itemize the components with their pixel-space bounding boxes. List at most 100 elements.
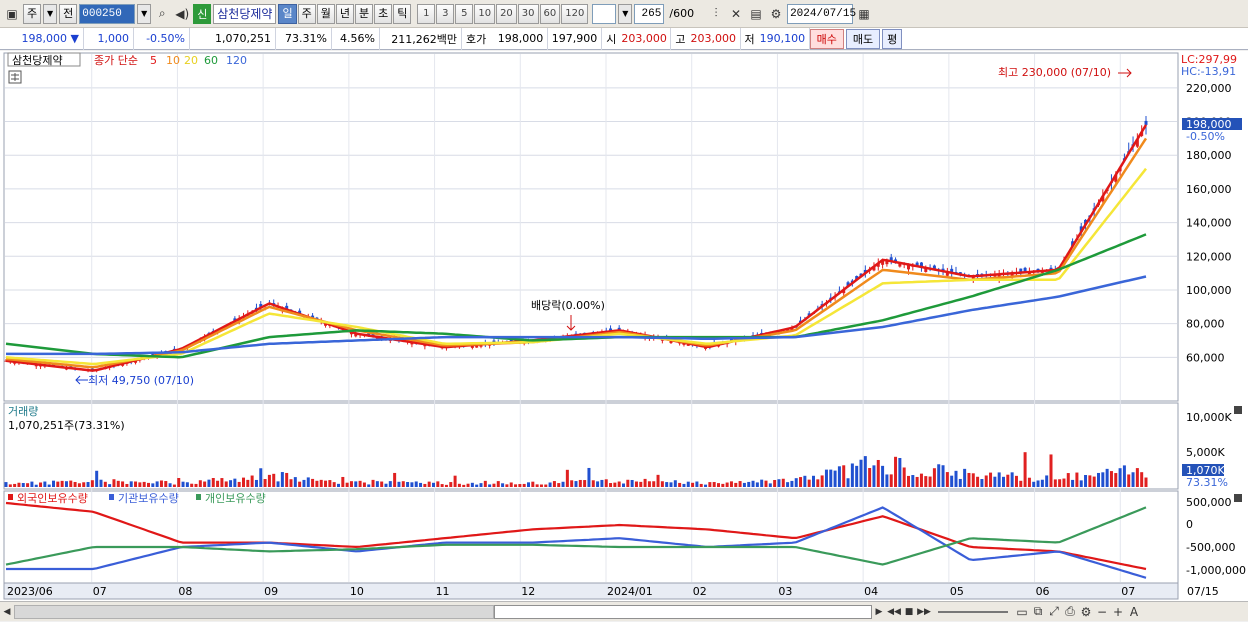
tab-month[interactable]: 월 [316,3,335,24]
scroll-left-icon[interactable]: ◀ [0,602,14,622]
fast-forward-icon[interactable]: ▶▶ [916,602,932,622]
volume-bar [578,479,582,487]
horizontal-scrollbar-track[interactable] [14,604,494,619]
volume-bar [302,479,306,487]
x-axis-label: 2024/01 [607,585,653,598]
volume-bar [69,480,73,487]
gear-icon[interactable]: ⚙ [767,4,785,24]
sell-button[interactable]: 매도 [845,28,881,49]
volume-bar [971,473,975,487]
turnover-rate: 4.56% [332,27,380,50]
speaker-icon[interactable]: ◀) [173,4,191,24]
volume-bar [1066,473,1070,487]
stock-chart[interactable]: 삼천당제약 종가 단순 5 10 20 60 120 LC:297,99 HC:… [0,51,1248,601]
count-input[interactable]: 265 [634,3,665,24]
volume-bar [643,478,647,487]
search-icon[interactable]: ⌕ [153,4,171,24]
volume-bar [384,483,388,487]
tab-minute[interactable]: 분 [354,3,374,24]
volume-bar [159,480,163,487]
ask-label: 호가 [466,32,487,46]
chart-area[interactable]: 삼천당제약 종가 단순 5 10 20 60 120 LC:297,99 HC:… [0,51,1248,601]
interval-custom-input[interactable] [592,3,617,24]
volume-bar [885,474,889,487]
volume-bar [656,474,660,487]
volume-bar [682,483,686,487]
tab-year[interactable]: 년 [335,3,354,24]
tab-day[interactable]: 일 [278,3,297,24]
interval-5[interactable]: 5 [455,3,474,24]
volume-bar [1144,477,1148,487]
zoom-out-icon[interactable]: − [1094,602,1110,622]
volume-bar [181,481,185,487]
volume-bar [928,476,932,487]
volume-bar [345,482,349,487]
zoom-in-icon[interactable]: + [1110,602,1126,622]
interval-60[interactable]: 60 [539,3,561,24]
price-value: 198,000 [21,32,68,45]
average-button[interactable]: 평 [882,28,903,49]
window-icon[interactable]: ▣ [3,4,21,24]
volume-bar [954,470,958,487]
volume-bar [449,482,453,487]
volume-bar [108,484,112,487]
volume-last-pct: 73.31% [1186,476,1228,489]
chevron-down-icon[interactable]: ▼ [43,3,58,24]
interval-30[interactable]: 30 [517,3,539,24]
volume-bar [820,475,824,487]
volume-bar [349,481,353,487]
holdings-panel-close-icon[interactable] [1234,494,1242,502]
count-max: /600 [669,7,695,20]
volume-bar [1006,474,1010,487]
candle-icon[interactable]: ⫶ [707,4,725,24]
interval-3[interactable]: 3 [436,3,455,24]
x-axis-label: 12 [521,585,535,598]
x-axis-label: 09 [264,585,278,598]
tab-second[interactable]: 초 [374,3,393,24]
x-axis-label: 03 [778,585,792,598]
crosshair-icon[interactable]: ✕ [727,4,745,24]
interval-dropdown-icon[interactable]: ▼ [618,3,633,24]
scroll-right-icon[interactable]: ▶ [872,602,886,622]
copy-icon[interactable]: ⧉ [1030,602,1046,622]
period-dropdown[interactable]: 주 [23,3,42,24]
volume-bar [1118,468,1122,487]
calendar-icon[interactable]: ▦ [855,4,873,24]
interval-1[interactable]: 1 [417,3,436,24]
interval-20[interactable]: 20 [496,3,517,24]
volume-bar [172,484,176,487]
expand-icon[interactable]: ⤢ [1046,602,1062,622]
volume-bar [1045,475,1049,487]
volume-bar [77,483,81,487]
high-price: 203,000 [687,27,741,50]
volume-bar [768,483,772,487]
horizontal-scrollbar-thumb[interactable] [494,604,872,619]
tab-tick[interactable]: 틱 [393,3,412,24]
hc-label: HC:-13,91 [1181,65,1236,78]
text-icon[interactable]: A [1126,602,1142,622]
volume-panel-close-icon[interactable] [1234,406,1242,414]
tab-week[interactable]: 주 [297,3,316,24]
print-icon[interactable]: ⎙ [1062,602,1078,622]
volume-bar [1105,468,1109,487]
rewind-icon[interactable]: ◀◀ [886,602,902,622]
interval-120[interactable]: 120 [561,3,589,24]
stop-icon[interactable]: ■ [902,602,916,622]
volume-bar [280,472,284,487]
buy-button[interactable]: 매수 [809,28,844,49]
layout-icon[interactable]: ▭ [1014,602,1030,622]
settings-icon[interactable]: ⚙ [1078,602,1094,622]
stock-code-input[interactable]: 000250 [79,3,136,24]
interval-10[interactable]: 10 [474,3,496,24]
volume-bar [976,476,980,487]
zoom-slider[interactable] [938,610,1008,613]
code-dropdown-icon[interactable]: ▼ [137,3,152,24]
save-icon[interactable]: ▤ [747,4,765,24]
x-axis-label: 08 [178,585,192,598]
date-input[interactable]: 2024/07/15 [787,3,856,24]
volume-bar [755,482,759,487]
volume-bar [164,481,168,487]
volume-bar [116,480,120,487]
prev-button[interactable]: 전 [59,3,78,24]
volume-bar [1023,452,1027,487]
